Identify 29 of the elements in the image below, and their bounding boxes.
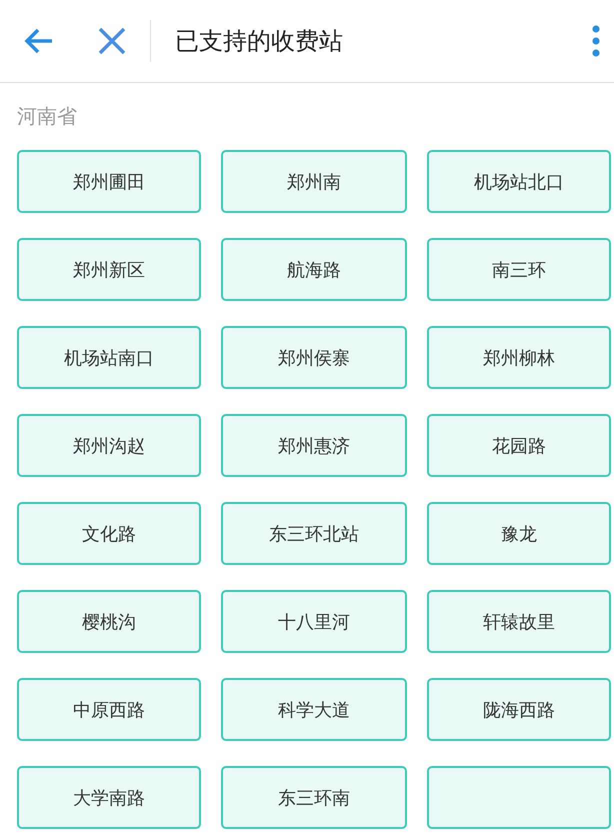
- station-button[interactable]: 陇海西路: [427, 678, 611, 741]
- page-title: 已支持的收费站: [175, 26, 344, 57]
- station-button[interactable]: 郑州圃田: [17, 150, 201, 213]
- station-button[interactable]: [427, 766, 611, 829]
- station-button[interactable]: 郑州新区: [17, 238, 201, 301]
- section-heading: 河南省: [17, 103, 77, 130]
- station-button[interactable]: 大学南路: [17, 766, 201, 829]
- station-button[interactable]: 南三环: [427, 238, 611, 301]
- station-button[interactable]: 郑州惠济: [221, 414, 407, 477]
- station-button[interactable]: 东三环南: [221, 766, 407, 829]
- station-button[interactable]: 文化路: [17, 502, 201, 565]
- station-button[interactable]: 机场站南口: [17, 326, 201, 389]
- station-button[interactable]: 机场站北口: [427, 150, 611, 213]
- station-button[interactable]: 东三环北站: [221, 502, 407, 565]
- more-menu-icon[interactable]: [592, 25, 600, 57]
- station-button[interactable]: 郑州侯寨: [221, 326, 407, 389]
- station-button[interactable]: 科学大道: [221, 678, 407, 741]
- station-button[interactable]: 中原西路: [17, 678, 201, 741]
- station-button[interactable]: 航海路: [221, 238, 407, 301]
- close-icon[interactable]: [98, 27, 126, 55]
- station-button[interactable]: 郑州沟赵: [17, 414, 201, 477]
- station-button[interactable]: 花园路: [427, 414, 611, 477]
- station-button[interactable]: 十八里河: [221, 590, 407, 653]
- station-button[interactable]: 郑州柳林: [427, 326, 611, 389]
- back-icon[interactable]: [24, 27, 54, 55]
- station-button[interactable]: 轩辕故里: [427, 590, 611, 653]
- station-button[interactable]: 豫龙: [427, 502, 611, 565]
- station-button[interactable]: 樱桃沟: [17, 590, 201, 653]
- station-button[interactable]: 郑州南: [221, 150, 407, 213]
